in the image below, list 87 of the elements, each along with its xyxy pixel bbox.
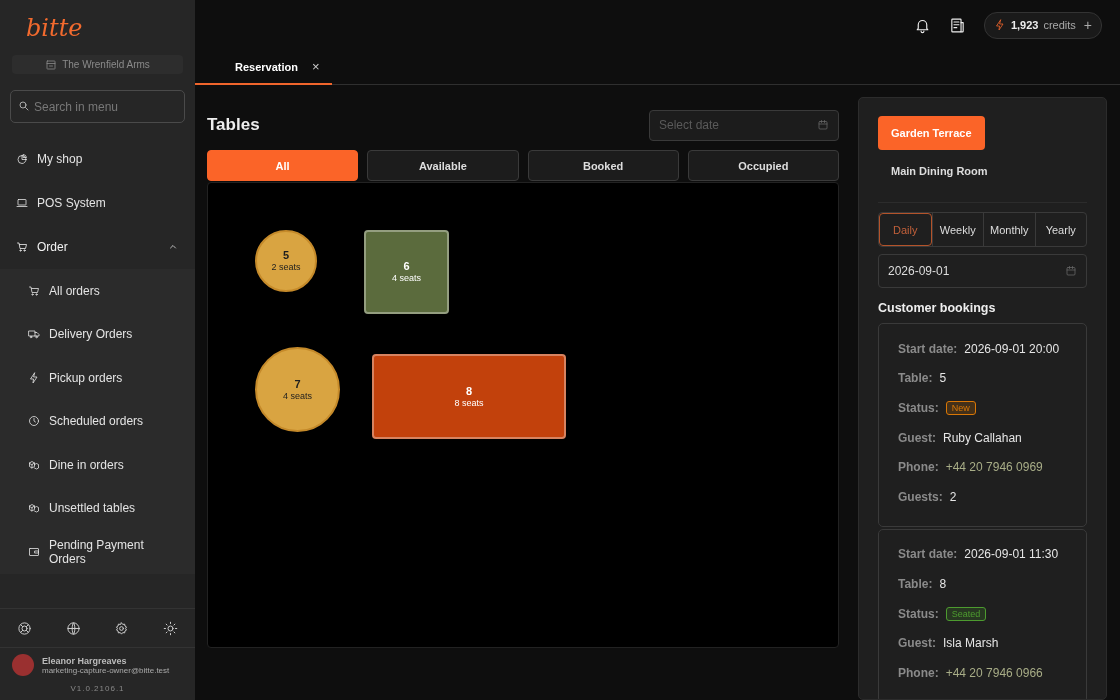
credits-button[interactable]: 1,923 credits + bbox=[983, 11, 1102, 39]
menu-item[interactable]: Scheduled orders bbox=[0, 399, 195, 443]
field-label: Table: bbox=[898, 576, 933, 591]
field-value: Ruby Callahan bbox=[943, 430, 1022, 445]
date-field[interactable]: 2026-09-01 bbox=[878, 254, 1087, 288]
plus-icon[interactable]: + bbox=[1083, 17, 1092, 33]
search-field[interactable]: Search in menu bbox=[10, 90, 185, 123]
field-label: Status: bbox=[898, 401, 939, 415]
field-label: Guests: bbox=[898, 489, 943, 504]
field-label: Guest: bbox=[898, 636, 936, 651]
field-label: Table: bbox=[898, 371, 933, 386]
calendar-icon bbox=[817, 118, 829, 131]
seat-count: 4 seats bbox=[392, 273, 421, 284]
menu-item[interactable]: Unsettled tables bbox=[0, 486, 195, 530]
menu-item[interactable]: Order bbox=[0, 225, 195, 269]
table-number: 8 bbox=[465, 384, 473, 398]
pie-chart-icon bbox=[16, 153, 28, 165]
credits-label: credits bbox=[1043, 19, 1076, 31]
menu-item[interactable]: All orders bbox=[0, 269, 195, 313]
field-value: 2026-09-01 20:00 bbox=[964, 341, 1060, 356]
field-value: 8 bbox=[939, 576, 947, 591]
credits-amount: 1,923 bbox=[1010, 19, 1039, 31]
field-label: Start date: bbox=[898, 547, 958, 562]
field-label: Start date: bbox=[898, 341, 958, 356]
menu-item[interactable]: Pending Payment Orders bbox=[0, 530, 195, 574]
lightning-icon bbox=[993, 19, 1006, 31]
menu-item[interactable]: Pickup orders bbox=[0, 356, 195, 400]
period-tab[interactable]: Monthly bbox=[983, 213, 1035, 246]
truck-icon bbox=[28, 328, 40, 341]
user-name: Eleanor Hargreaves bbox=[42, 655, 127, 666]
table-shape[interactable]: 6 4 seats bbox=[364, 230, 449, 314]
tab[interactable]: Reservation × bbox=[195, 50, 332, 85]
close-icon[interactable]: × bbox=[312, 59, 320, 74]
seat-count: 8 seats bbox=[454, 397, 484, 409]
menu-item[interactable]: My shop bbox=[0, 137, 195, 181]
field-value: 2 bbox=[949, 489, 957, 504]
cart-icon bbox=[28, 284, 40, 297]
field-label: Phone: bbox=[898, 460, 939, 475]
document-icon[interactable] bbox=[948, 16, 966, 34]
table-number: 7 bbox=[294, 377, 301, 391]
calendar-icon bbox=[1065, 265, 1077, 277]
table-shape[interactable]: 8 8 seats bbox=[372, 354, 566, 439]
phone-link[interactable]: +44 20 7946 0969 bbox=[945, 460, 1043, 475]
seat-count: 2 seats bbox=[271, 262, 301, 273]
field-label: Guest: bbox=[898, 430, 936, 445]
seat-count: 4 seats bbox=[283, 390, 312, 402]
table-number: 6 bbox=[403, 260, 410, 274]
venue-selector[interactable]: The Wrenfield Arms bbox=[12, 55, 183, 74]
field-label: Phone: bbox=[898, 665, 939, 680]
table-shape[interactable]: 5 2 seats bbox=[255, 230, 317, 292]
menu-item[interactable]: POS System bbox=[0, 181, 195, 225]
status-badge: New bbox=[945, 401, 976, 415]
filter-tab[interactable]: Occupied bbox=[687, 150, 839, 181]
sun-icon[interactable] bbox=[163, 620, 179, 636]
filter-tab[interactable]: Available bbox=[367, 150, 519, 181]
period-tab[interactable]: Weekly bbox=[931, 213, 983, 246]
avatar bbox=[12, 654, 34, 676]
help-icon[interactable] bbox=[16, 620, 32, 636]
period-tab[interactable]: Yearly bbox=[1034, 213, 1086, 246]
version-label: V1.0.2106.1 bbox=[69, 683, 126, 695]
area-tab[interactable]: Main Dining Room bbox=[878, 154, 1001, 188]
laptop-icon bbox=[16, 197, 28, 209]
logo: bitte bbox=[25, 13, 84, 44]
filter-tab[interactable]: Booked bbox=[527, 150, 679, 181]
menu-item[interactable]: Dine in orders bbox=[0, 443, 195, 487]
cart-icon bbox=[16, 241, 28, 253]
date-field[interactable]: Select date bbox=[649, 109, 839, 141]
field-label: Status: bbox=[898, 606, 939, 621]
menu-item[interactable]: Delivery Orders bbox=[0, 312, 195, 356]
globe-icon[interactable] bbox=[65, 620, 81, 636]
field-value: Isla Marsh bbox=[943, 636, 999, 651]
section-title: Customer bookings bbox=[878, 301, 997, 315]
period-tab[interactable]: Daily bbox=[879, 213, 932, 246]
store-icon bbox=[45, 58, 58, 71]
phone-link[interactable]: +44 20 7946 0966 bbox=[945, 665, 1043, 680]
status-badge: Seated bbox=[945, 606, 987, 621]
clock-icon bbox=[28, 415, 40, 428]
user-email: marketing-capture-owner@bitte.test bbox=[42, 665, 170, 675]
page-title: Tables bbox=[207, 115, 260, 135]
field-value: 5 bbox=[939, 371, 947, 386]
table-number: 5 bbox=[282, 249, 290, 263]
field-value: 2026-09-01 11:30 bbox=[964, 547, 1059, 562]
lightning-icon bbox=[28, 371, 40, 384]
settings-icon[interactable] bbox=[114, 620, 130, 636]
table-shape[interactable]: 7 4 seats bbox=[255, 347, 340, 432]
wallet-icon bbox=[28, 545, 40, 558]
search-icon bbox=[18, 100, 30, 112]
